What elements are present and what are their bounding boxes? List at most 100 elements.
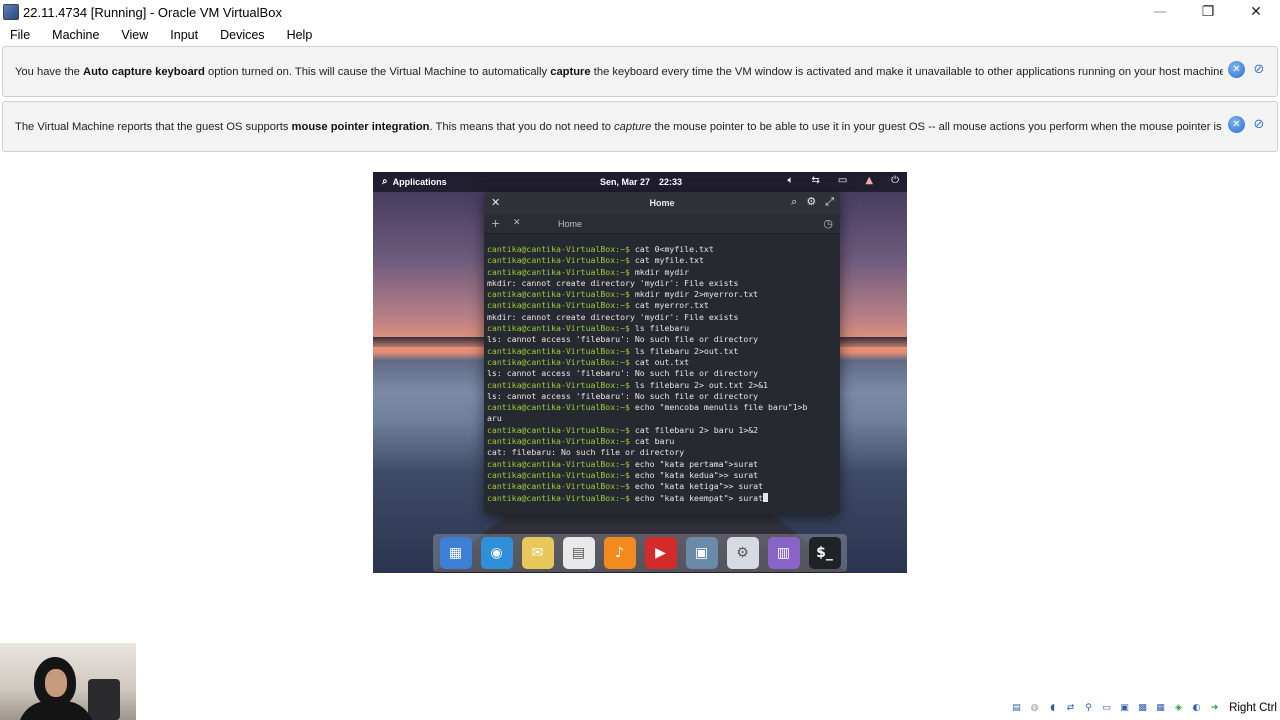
gear-icon[interactable]: ⚙	[806, 195, 816, 209]
terminal-line: cantika@cantika-VirtualBox:~$ echo "kata…	[487, 459, 839, 470]
power-icon[interactable]: ⏻	[891, 175, 899, 186]
recording-icon[interactable]: ▦	[1153, 701, 1168, 716]
terminal-cursor	[763, 492, 769, 502]
audio-icon[interactable]: ◖	[1045, 701, 1060, 716]
guest-dock: ▦ ◉ ✉ ▤ ♪ ▶ ▣ ⚙ ▥ $_	[433, 534, 847, 572]
menu-input[interactable]: Input	[160, 28, 206, 42]
music-icon[interactable]: ♪	[603, 537, 636, 569]
video-capture-icon[interactable]: ▩	[1135, 701, 1150, 716]
close-tab-icon[interactable]: ✕	[513, 218, 521, 228]
network-icon[interactable]: ⇆	[812, 175, 820, 186]
tab-home[interactable]: Home	[558, 219, 582, 229]
terminal-icon[interactable]: $_	[808, 537, 841, 569]
vm-status-bar: ▤ ◍ ◖ ⇄ ⚲ ▭ ▣ ▩ ▦ ◈ ◐ ➜ Right Ctrl	[1009, 698, 1280, 718]
terminal-text: mkdir: cannot create directory 'mydir': …	[487, 311, 739, 322]
battery-icon[interactable]: ▭	[838, 175, 847, 186]
terminal-line: cantika@cantika-VirtualBox:~$ cat myfile…	[487, 255, 839, 266]
menu-help[interactable]: Help	[277, 28, 321, 42]
virtualbox-logo-icon	[3, 4, 19, 20]
banner-text-segment: the mouse pointer to be able to use it i…	[651, 120, 1223, 133]
terminal-prompt: cantika@cantika-VirtualBox:~$	[487, 402, 630, 413]
terminal-prompt: cantika@cantika-VirtualBox:~$	[487, 289, 630, 300]
terminal-text: cat baru	[629, 436, 675, 447]
cpu-activity-icon[interactable]: ◈	[1171, 701, 1186, 716]
web-browser-icon[interactable]: ◉	[480, 537, 513, 569]
banner-actions: ✕ ⊘	[1228, 61, 1269, 78]
terminal-prompt: cantika@cantika-VirtualBox:~$	[487, 436, 630, 447]
terminal-text: echo "kata pertama">surat	[629, 458, 759, 469]
terminal-line: cantika@cantika-VirtualBox:~$ cat 0<myfi…	[487, 244, 839, 255]
optical-drive-icon[interactable]: ◍	[1027, 701, 1042, 716]
terminal-text: echo "kata keempat"> surat	[629, 492, 764, 503]
terminal-line: cantika@cantika-VirtualBox:~$ cat out.tx…	[487, 357, 839, 368]
terminal-text: cat: filebaru: No such file or directory	[487, 447, 685, 458]
terminal-prompt: cantika@cantika-VirtualBox:~$	[487, 379, 630, 390]
terminal-text: ls: cannot access 'filebaru': No such fi…	[487, 390, 759, 401]
terminal-line: cantika@cantika-VirtualBox:~$ echo "menc…	[487, 402, 839, 413]
vm-display[interactable]: ⌕ Applications Sen, Mar 27 22:33 🔈︎ ⇆ ▭ …	[373, 172, 907, 573]
do-not-show-again-icon[interactable]: ⊘	[1249, 61, 1269, 78]
terminal-text: cat out.txt	[629, 356, 690, 367]
close-button[interactable]: ✕	[1232, 0, 1280, 24]
minimize-button[interactable]: —	[1136, 0, 1184, 24]
terminal-line: cantika@cantika-VirtualBox:~$ ls filebar…	[487, 380, 839, 391]
restore-button[interactable]: ❐	[1184, 0, 1232, 24]
terminal-output[interactable]: cantika@cantika-VirtualBox:~$ cat 0<myfi…	[487, 244, 839, 504]
menu-machine[interactable]: Machine	[42, 28, 107, 42]
terminal-text: ls filebaru 2> out.txt 2>&1	[629, 379, 768, 390]
notifications-icon[interactable]: ▲	[865, 175, 873, 186]
terminal-prompt: cantika@cantika-VirtualBox:~$	[487, 356, 630, 367]
mail-icon[interactable]: ✉	[521, 537, 554, 569]
system-settings-icon[interactable]: ⚙	[726, 537, 759, 569]
volume-icon[interactable]: 🔈︎	[788, 175, 794, 186]
search-icon[interactable]: ⌕	[791, 195, 797, 209]
close-banner-icon[interactable]: ✕	[1228, 116, 1245, 133]
window-controls: — ❐ ✕	[1136, 0, 1280, 24]
title-bar: 22.11.4734 [Running] - Oracle VM Virtual…	[0, 0, 1280, 24]
banner-text-segment: The Virtual Machine reports that the gue…	[15, 120, 292, 133]
shared-folders-icon[interactable]: ▭	[1099, 701, 1114, 716]
multitasking-view-icon[interactable]: ▦	[439, 537, 472, 569]
banner-text-segment: capture	[614, 120, 652, 133]
calendar-icon[interactable]: ▤	[562, 537, 595, 569]
terminal-line: cantika@cantika-VirtualBox:~$ ls filebar…	[487, 346, 839, 357]
banner-text-segment: option turned on. This will cause the Vi…	[204, 65, 551, 78]
terminal-prompt: cantika@cantika-VirtualBox:~$	[487, 481, 630, 492]
terminal-line: cantika@cantika-VirtualBox:~$ mkdir mydi…	[487, 267, 839, 278]
new-tab-icon[interactable]: +	[491, 217, 500, 230]
network-adapter-icon[interactable]: ⇄	[1063, 701, 1078, 716]
menu-view[interactable]: View	[111, 28, 156, 42]
mouse-integration-icon[interactable]: ◐	[1189, 701, 1204, 716]
terminal-window[interactable]: ✕ Home ⌕ ⚙ ⤢ + ✕ Home ◷ cantika@cantika-…	[484, 192, 840, 514]
videos-icon[interactable]: ▶	[644, 537, 677, 569]
virtualbox-window: 22.11.4734 [Running] - Oracle VM Virtual…	[0, 0, 1280, 720]
maximize-icon[interactable]: ⤢	[825, 195, 834, 209]
banner-text-segment: Auto capture keyboard	[83, 65, 205, 78]
terminal-text: cat myerror.txt	[629, 300, 709, 311]
auto-capture-keyboard-banner: You have the Auto capture keyboard optio…	[2, 46, 1278, 97]
do-not-show-again-icon[interactable]: ⊘	[1249, 116, 1269, 133]
terminal-prompt: cantika@cantika-VirtualBox:~$	[487, 300, 630, 311]
terminal-text: echo "kata ketiga">> surat	[629, 481, 764, 492]
close-icon: ✕	[1250, 4, 1262, 20]
hard-disk-icon[interactable]: ▤	[1009, 701, 1024, 716]
minimize-icon: —	[1153, 4, 1167, 20]
history-icon[interactable]: ◷	[823, 217, 833, 230]
panel-clock[interactable]: Sen, Mar 27 22:33	[600, 177, 682, 187]
terminal-line: cantika@cantika-VirtualBox:~$ echo "kata…	[487, 470, 839, 481]
host-key-arrow-icon[interactable]: ➜	[1207, 701, 1222, 716]
usb-icon[interactable]: ⚲	[1081, 701, 1096, 716]
app-center-icon[interactable]: ▥	[767, 537, 800, 569]
display-icon[interactable]: ▣	[1117, 701, 1132, 716]
menu-devices[interactable]: Devices	[210, 28, 272, 42]
terminal-prompt: cantika@cantika-VirtualBox:~$	[487, 469, 630, 480]
terminal-text: mkdir: cannot create directory 'mydir': …	[487, 277, 739, 288]
applications-menu[interactable]: ⌕ Applications	[382, 176, 447, 187]
terminal-line: aru	[487, 413, 839, 424]
mouse-integration-banner: The Virtual Machine reports that the gue…	[2, 101, 1278, 152]
photos-icon[interactable]: ▣	[685, 537, 718, 569]
close-banner-icon[interactable]: ✕	[1228, 61, 1245, 78]
applications-label: Applications	[392, 176, 447, 187]
terminal-prompt: cantika@cantika-VirtualBox:~$	[487, 458, 630, 469]
menu-file[interactable]: File	[0, 28, 38, 42]
